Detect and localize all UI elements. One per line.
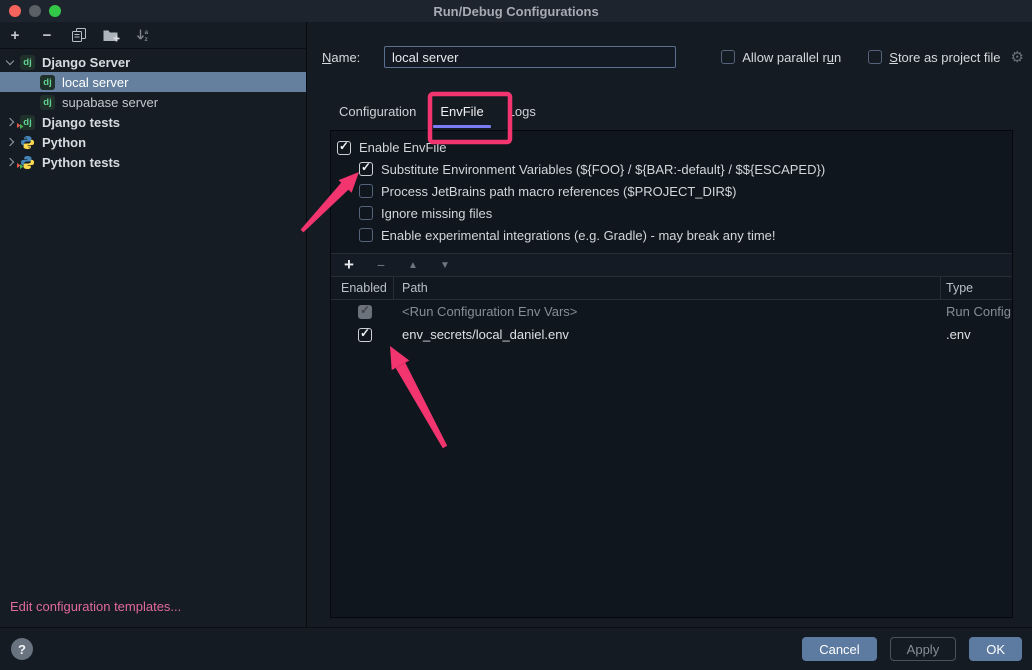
django-icon: dj xyxy=(40,75,55,90)
tree-item-django-server[interactable]: dj Django Server xyxy=(0,52,306,72)
column-header-path[interactable]: Path xyxy=(394,277,941,299)
edit-configuration-templates-link[interactable]: Edit configuration templates... xyxy=(0,599,306,627)
checkbox-icon[interactable] xyxy=(337,141,351,155)
allow-parallel-run-checkbox[interactable]: Allow parallel run xyxy=(721,50,841,65)
remove-configuration-icon[interactable]: − xyxy=(38,26,56,44)
substitute-env-vars-checkbox[interactable]: Substitute Environment Variables (${FOO}… xyxy=(359,158,1012,180)
store-as-project-file-checkbox[interactable]: Store as project file ⚙ xyxy=(868,50,1024,65)
column-header-enabled[interactable]: Enabled xyxy=(331,277,394,299)
checkbox-icon[interactable] xyxy=(359,184,373,198)
checkbox-icon[interactable] xyxy=(359,228,373,242)
python-icon xyxy=(20,135,35,150)
checkbox-icon[interactable] xyxy=(358,328,372,342)
option-label: Enable experimental integrations (e.g. G… xyxy=(381,228,776,243)
checkbox-icon[interactable] xyxy=(868,50,882,64)
tab-envfile[interactable]: EnvFile xyxy=(440,104,483,128)
checkbox-icon xyxy=(358,305,372,319)
env-file-type: .env xyxy=(941,323,1012,346)
svg-text:a: a xyxy=(144,29,148,36)
new-folder-icon[interactable] xyxy=(102,26,120,44)
python-tests-icon xyxy=(20,155,35,170)
dialog-footer: ? Cancel Apply OK xyxy=(0,627,1032,670)
tree-item-label: Django Server xyxy=(42,55,130,70)
apply-button[interactable]: Apply xyxy=(890,637,957,661)
svg-text:z: z xyxy=(144,36,148,42)
env-file-path: env_secrets/local_daniel.env xyxy=(394,323,941,346)
name-label: Name: xyxy=(322,50,368,65)
ignore-missing-files-checkbox[interactable]: Ignore missing files xyxy=(359,202,1012,224)
option-label: Ignore missing files xyxy=(381,206,492,221)
tree-item-python-tests[interactable]: Python tests xyxy=(0,152,306,172)
option-label: Process JetBrains path macro references … xyxy=(381,184,736,199)
configurations-sidebar: + − az dj Django Server dj local server xyxy=(0,22,307,627)
tree-item-django-tests[interactable]: dj Django tests xyxy=(0,112,306,132)
configurations-tree: dj Django Server dj local server dj supa… xyxy=(0,49,306,172)
table-row[interactable]: <Run Configuration Env Vars> Run Config xyxy=(331,300,1012,323)
zoom-window-icon[interactable] xyxy=(49,5,61,17)
django-icon: dj xyxy=(40,95,55,110)
tree-item-label: Python xyxy=(42,135,86,150)
enable-envfile-checkbox[interactable]: Enable EnvFile xyxy=(337,137,1012,158)
config-tabs: Configuration EnvFile Logs xyxy=(339,104,1032,128)
option-label: Enable EnvFile xyxy=(359,140,446,155)
minimize-window-icon[interactable] xyxy=(29,5,41,17)
process-path-macro-checkbox[interactable]: Process JetBrains path macro references … xyxy=(359,180,1012,202)
sidebar-toolbar: + − az xyxy=(0,22,306,49)
remove-env-file-icon[interactable]: − xyxy=(374,257,388,273)
tree-item-local-server[interactable]: dj local server xyxy=(0,72,306,92)
chevron-down-icon[interactable] xyxy=(6,57,14,65)
gear-icon[interactable]: ⚙ xyxy=(1011,50,1024,65)
table-row[interactable]: env_secrets/local_daniel.env .env xyxy=(331,323,1012,346)
env-file-type: Run Config xyxy=(941,300,1012,323)
django-icon: dj xyxy=(20,55,35,70)
name-input[interactable] xyxy=(384,46,676,68)
checkbox-icon[interactable] xyxy=(359,206,373,220)
envfile-panel: Enable EnvFile Substitute Environment Va… xyxy=(330,130,1013,618)
chevron-right-icon[interactable] xyxy=(6,158,14,166)
env-file-path: <Run Configuration Env Vars> xyxy=(394,300,941,323)
name-row: Name: Allow parallel run Store as projec… xyxy=(322,46,1024,68)
dialog-title: Run/Debug Configurations xyxy=(0,4,1032,19)
copy-configuration-icon[interactable] xyxy=(70,26,88,44)
tree-item-python[interactable]: Python xyxy=(0,132,306,152)
env-files-toolbar: + − ▲ ▼ xyxy=(331,253,1012,277)
tab-configuration[interactable]: Configuration xyxy=(339,104,416,128)
django-tests-icon: dj xyxy=(20,115,35,130)
checkbox-icon[interactable] xyxy=(721,50,735,64)
help-icon[interactable]: ? xyxy=(11,638,33,660)
option-label: Substitute Environment Variables (${FOO}… xyxy=(381,162,825,177)
move-down-icon[interactable]: ▼ xyxy=(438,260,452,271)
ok-button[interactable]: OK xyxy=(969,637,1022,661)
tab-logs[interactable]: Logs xyxy=(508,104,536,128)
add-env-file-icon[interactable]: + xyxy=(342,255,356,275)
tree-item-label: Django tests xyxy=(42,115,120,130)
tree-item-label: local server xyxy=(62,75,128,90)
title-bar: Run/Debug Configurations xyxy=(0,0,1032,22)
add-configuration-icon[interactable]: + xyxy=(6,26,24,44)
close-window-icon[interactable] xyxy=(9,5,21,17)
allow-parallel-run-label: Allow parallel run xyxy=(742,50,841,65)
configuration-editor: Name: Allow parallel run Store as projec… xyxy=(307,22,1032,627)
store-as-project-file-label: Store as project file xyxy=(889,50,1000,65)
chevron-right-icon[interactable] xyxy=(6,138,14,146)
checkbox-icon[interactable] xyxy=(359,162,373,176)
experimental-integrations-checkbox[interactable]: Enable experimental integrations (e.g. G… xyxy=(359,224,1012,246)
envfile-options: Enable EnvFile Substitute Environment Va… xyxy=(331,131,1012,246)
tree-item-label: supabase server xyxy=(62,95,158,110)
column-header-type[interactable]: Type xyxy=(941,277,1012,299)
env-files-table-header: Enabled Path Type xyxy=(331,277,1012,300)
window-controls xyxy=(0,5,61,17)
tree-item-label: Python tests xyxy=(42,155,120,170)
chevron-right-icon[interactable] xyxy=(6,118,14,126)
sort-configurations-icon[interactable]: az xyxy=(134,26,152,44)
cancel-button[interactable]: Cancel xyxy=(802,637,876,661)
move-up-icon[interactable]: ▲ xyxy=(406,260,420,271)
tree-item-supabase-server[interactable]: dj supabase server xyxy=(0,92,306,112)
